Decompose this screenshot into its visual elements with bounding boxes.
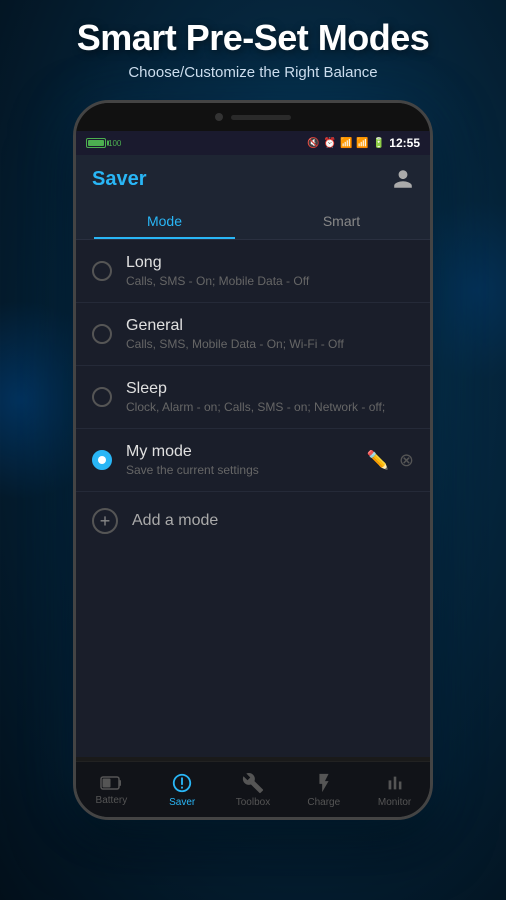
- app-title: Saver: [92, 168, 147, 191]
- tabs: Mode Smart: [76, 203, 430, 240]
- add-mode-label: Add a mode: [132, 512, 218, 530]
- battery-status-icon: 🔋: [373, 138, 385, 149]
- header: Smart Pre-Set Modes Choose/Customize the…: [0, 0, 506, 91]
- status-left: 100: [86, 138, 121, 148]
- radio-long[interactable]: [92, 261, 112, 281]
- page-title: Smart Pre-Set Modes: [20, 18, 486, 58]
- radio-mymode[interactable]: [92, 450, 112, 470]
- mode-list: Long Calls, SMS - On; Mobile Data - Off …: [76, 240, 430, 757]
- status-battery-icon: [86, 138, 106, 148]
- battery-fill: [88, 140, 104, 146]
- tab-smart[interactable]: Smart: [253, 203, 430, 239]
- add-mode-item[interactable]: + Add a mode: [76, 492, 430, 550]
- nav-battery[interactable]: Battery: [76, 774, 147, 806]
- nav-label-monitor: Monitor: [378, 797, 411, 808]
- mode-item-mymode[interactable]: My mode Save the current settings ✏️ ⊗: [76, 429, 430, 492]
- add-circle-icon: +: [92, 508, 118, 534]
- page-subtitle: Choose/Customize the Right Balance: [20, 64, 486, 81]
- mute-icon: 🔇: [307, 138, 319, 149]
- phone-frame: 100 🔇 ⏰ 📶 📶 🔋 12:55 Saver Mode Smart: [73, 100, 433, 820]
- nav-label-toolbox: Toolbox: [236, 797, 270, 808]
- nav-toolbox[interactable]: Toolbox: [218, 772, 289, 808]
- mymode-actions: ✏️ ⊗: [366, 450, 414, 471]
- radio-general[interactable]: [92, 324, 112, 344]
- mode-name-sleep: Sleep: [126, 380, 414, 398]
- nav-saver[interactable]: Saver: [147, 772, 218, 808]
- radio-sleep[interactable]: [92, 387, 112, 407]
- delete-icon[interactable]: ⊗: [399, 450, 414, 471]
- app-bar: Saver: [76, 155, 430, 203]
- phone-top-bar: [76, 103, 430, 131]
- mode-name-mymode: My mode: [126, 443, 366, 461]
- battery-nav-icon: [100, 774, 122, 792]
- status-right: 🔇 ⏰ 📶 📶 🔋 12:55: [307, 136, 420, 150]
- monitor-nav-icon: [384, 772, 406, 794]
- mode-info-mymode: My mode Save the current settings: [126, 443, 366, 477]
- status-bar: 100 🔇 ⏰ 📶 📶 🔋 12:55: [76, 131, 430, 155]
- nav-monitor[interactable]: Monitor: [359, 772, 430, 808]
- battery-percent: 100: [108, 139, 121, 148]
- nav-charge[interactable]: Charge: [288, 772, 359, 808]
- mode-info-long: Long Calls, SMS - On; Mobile Data - Off: [126, 254, 414, 288]
- mode-info-general: General Calls, SMS, Mobile Data - On; Wi…: [126, 317, 414, 351]
- mode-item-long[interactable]: Long Calls, SMS - On; Mobile Data - Off: [76, 240, 430, 303]
- nav-label-battery: Battery: [96, 795, 128, 806]
- signal-icon: 📶: [356, 138, 368, 149]
- status-time: 12:55: [389, 136, 420, 150]
- saver-nav-icon: [171, 772, 193, 794]
- mode-desc-mymode: Save the current settings: [126, 463, 366, 477]
- mode-name-long: Long: [126, 254, 414, 272]
- mode-item-general[interactable]: General Calls, SMS, Mobile Data - On; Wi…: [76, 303, 430, 366]
- profile-icon[interactable]: [392, 168, 414, 190]
- charge-nav-icon: [313, 772, 335, 794]
- bottom-nav: Battery Saver Toolbox Charge Monitor: [76, 761, 430, 817]
- alarm-icon: ⏰: [323, 138, 335, 149]
- mode-name-general: General: [126, 317, 414, 335]
- wifi-icon: 📶: [340, 138, 352, 149]
- mode-item-sleep[interactable]: Sleep Clock, Alarm - on; Calls, SMS - on…: [76, 366, 430, 429]
- mode-desc-sleep: Clock, Alarm - on; Calls, SMS - on; Netw…: [126, 400, 414, 414]
- phone-camera: [215, 113, 223, 121]
- phone-speaker: [231, 115, 291, 120]
- tab-mode[interactable]: Mode: [76, 203, 253, 239]
- toolbox-nav-icon: [242, 772, 264, 794]
- mode-info-sleep: Sleep Clock, Alarm - on; Calls, SMS - on…: [126, 380, 414, 414]
- nav-label-charge: Charge: [307, 797, 340, 808]
- nav-label-saver: Saver: [169, 797, 195, 808]
- mode-desc-general: Calls, SMS, Mobile Data - On; Wi-Fi - Of…: [126, 337, 414, 351]
- mode-desc-long: Calls, SMS - On; Mobile Data - Off: [126, 274, 414, 288]
- edit-icon[interactable]: ✏️: [366, 450, 388, 471]
